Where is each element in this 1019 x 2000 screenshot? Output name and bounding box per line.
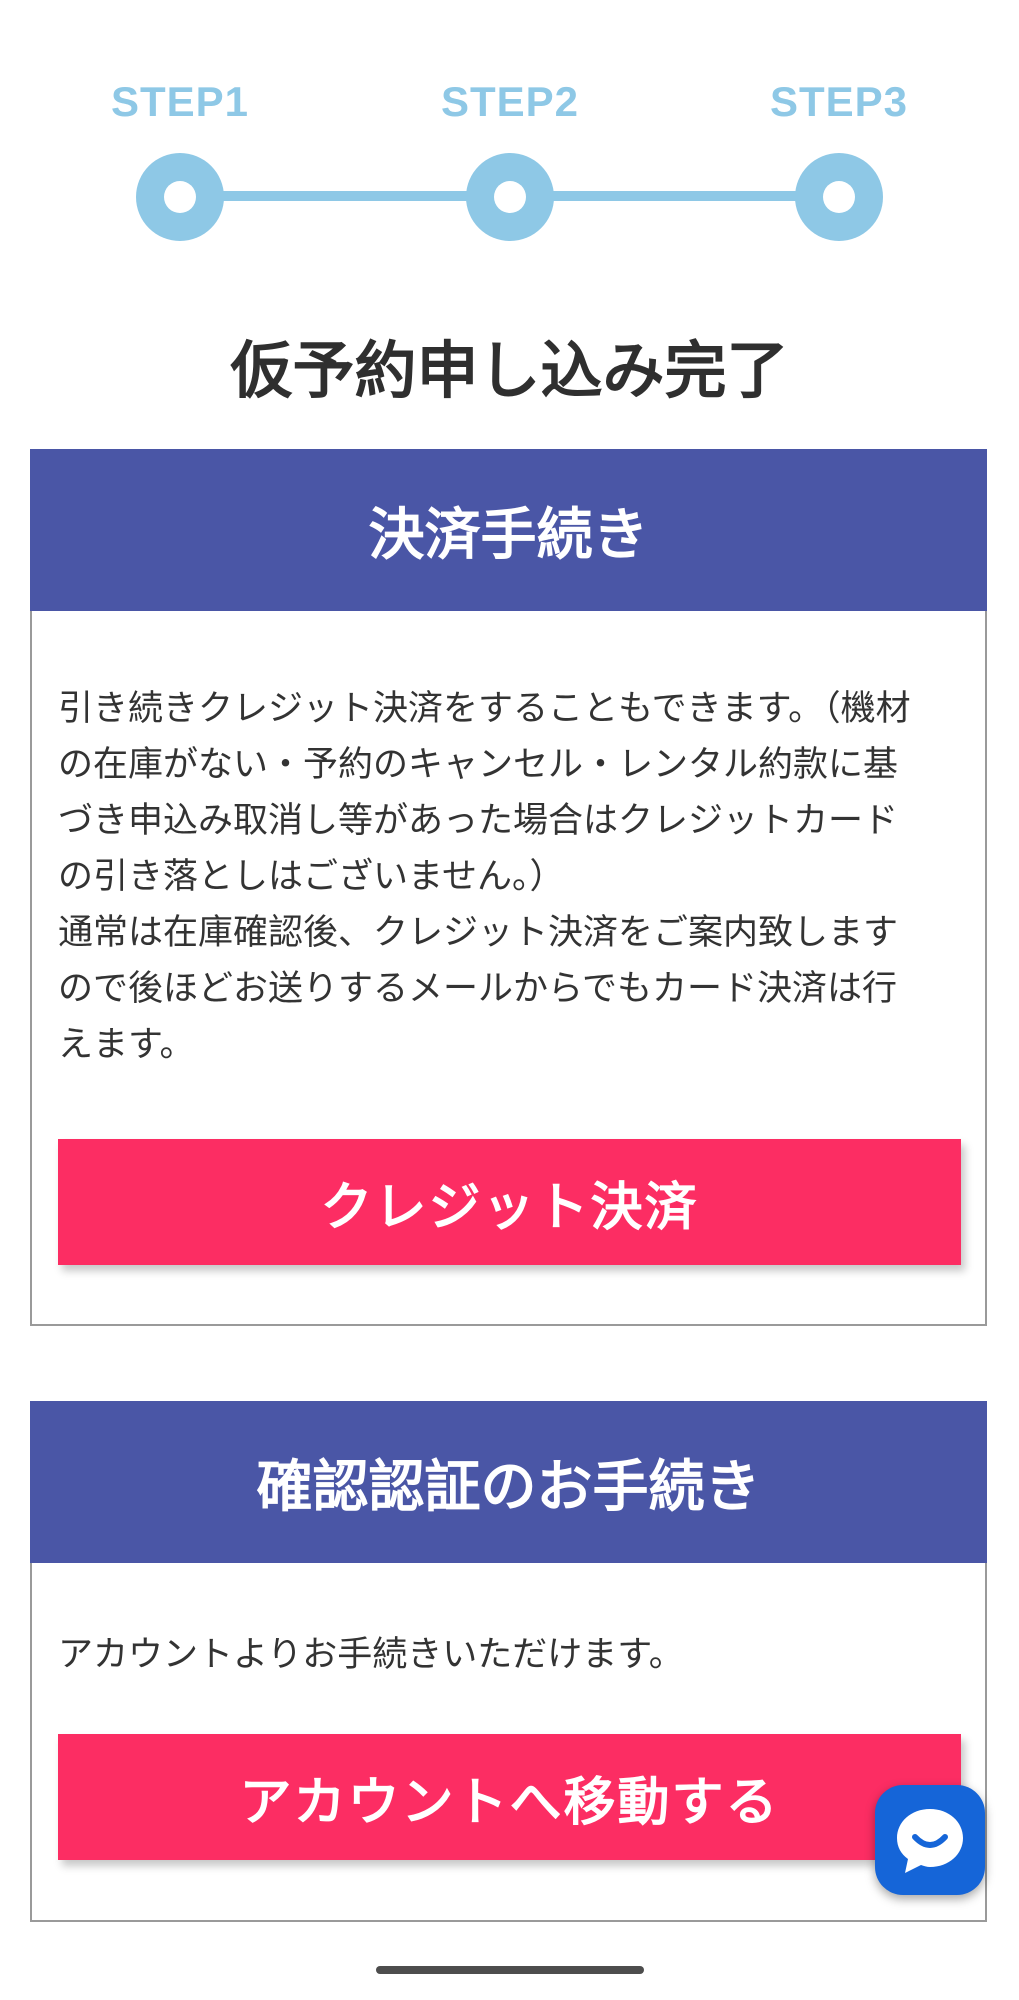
payment-description-line: づき申込み取消し等があった場合はクレジットカード [58,801,899,841]
step-1-label: STEP1 [110,78,250,125]
progress-stepper: STEP1 STEP2 STEP3 [0,0,1019,260]
payment-description-line: 引き続きクレジット決済をすることもできます。（機材 [58,689,911,729]
payment-description-line: の在庫がない・予約のキャンセル・レンタル約款に基 [58,745,899,785]
verification-description: アカウントよりお手続きいただけます。 [58,1635,684,1675]
verification-card-body: アカウントよりお手続きいただけます。 [32,1627,985,1683]
payment-description-line: の引き落としはございません。） [58,857,565,897]
verification-card: 確認認証のお手続き アカウントよりお手続きいただけます。 アカウントへ移動する [30,1401,987,1922]
payment-card: 決済手続き 引き続きクレジット決済をすることもできます。（機材 の在庫がない・予約… [30,449,987,1326]
payment-description: 引き続きクレジット決済をすることもできます。（機材 の在庫がない・予約のキャンセル… [58,681,959,1073]
go-to-account-button[interactable]: アカウントへ移動する [58,1734,961,1860]
credit-payment-button[interactable]: クレジット決済 [58,1139,961,1265]
payment-description-line: ので後ほどお送りするメールからでもカード決済は行 [58,969,897,1009]
chat-button[interactable] [875,1785,985,1895]
payment-card-body: 引き続きクレジット決済をすることもできます。（機材 の在庫がない・予約のキャンセル… [32,681,985,1073]
step-3-node [795,153,883,241]
payment-description-line: 通常は在庫確認後、クレジット決済をご案内致します [58,913,899,953]
chat-bubble-icon [897,1809,963,1873]
verification-card-header: 確認認証のお手続き [30,1401,987,1563]
step-2-node [466,153,554,241]
payment-description-line: えます。 [58,1025,195,1065]
step-3-label: STEP3 [769,78,909,125]
step-2-label: STEP2 [440,78,580,125]
home-indicator[interactable] [376,1966,644,1974]
payment-card-header: 決済手続き [30,449,987,611]
step-1-node [136,153,224,241]
page-title: 仮予約申し込み完了 [230,334,789,407]
